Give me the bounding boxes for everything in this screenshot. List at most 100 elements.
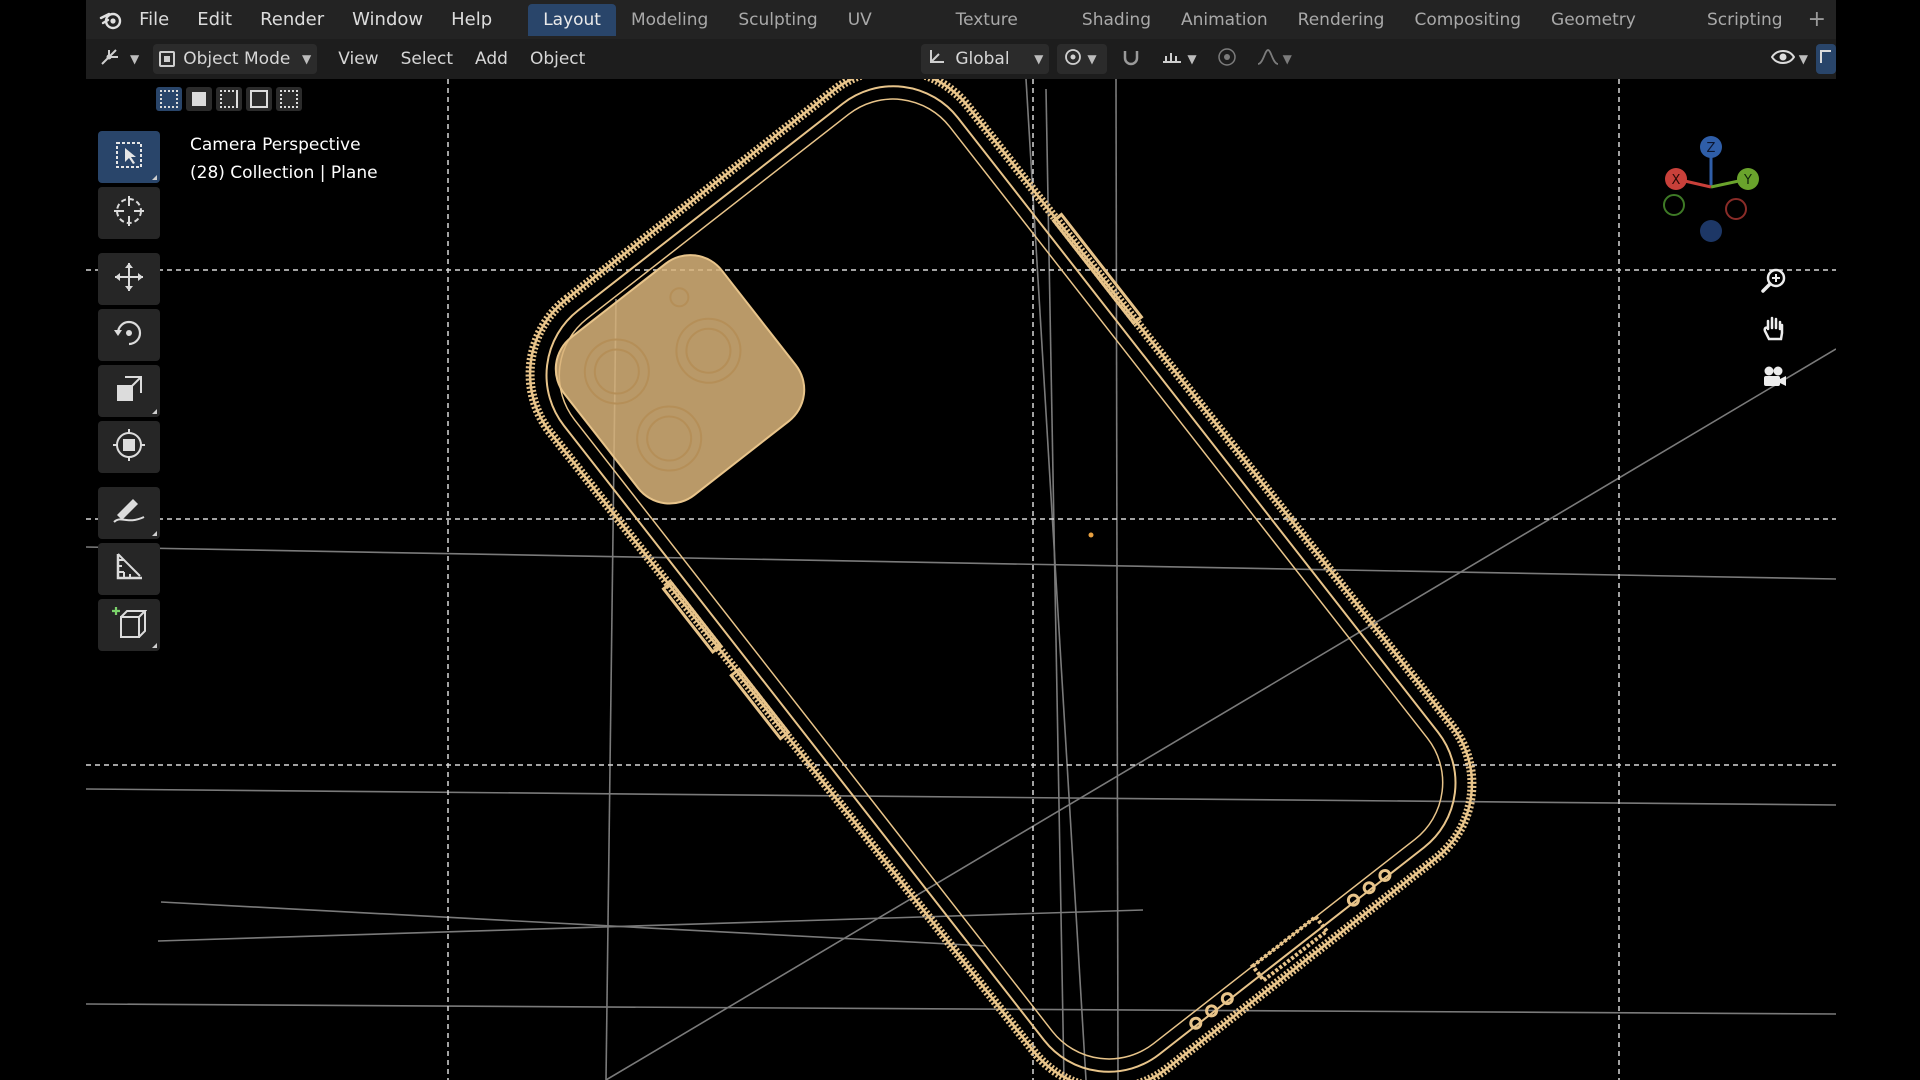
select-extend-button[interactable] (186, 87, 212, 111)
tab-geometry-nodes[interactable]: Geometry Nodes (1536, 4, 1692, 62)
corner-indicator (152, 531, 157, 536)
chevron-down-icon: ▼ (1187, 52, 1197, 66)
menu-help[interactable]: Help (437, 0, 506, 39)
menu-file[interactable]: File (125, 0, 183, 39)
navigation-gizmo[interactable]: Z Y X (1646, 127, 1776, 247)
chevron-down-icon: ▼ (1798, 52, 1808, 66)
menu-render[interactable]: Render (246, 0, 338, 39)
mode-dropdown[interactable]: Object Mode ▼ (153, 44, 318, 74)
camera-view-button[interactable] (1756, 361, 1792, 397)
tool-shelf (98, 131, 162, 655)
select-intersect-button[interactable] (276, 87, 302, 111)
proportional-edit-toggle[interactable] (1211, 44, 1243, 74)
select-box-icon (114, 140, 144, 174)
tool-cursor[interactable] (98, 187, 160, 239)
editor-type-button[interactable]: ▼ (94, 44, 145, 74)
pivot-point-dropdown[interactable]: ▼ (1057, 44, 1108, 74)
tool-add-cube[interactable] (98, 599, 160, 651)
phone-wireframe-mesh (525, 79, 1477, 1080)
tool-annotate[interactable] (98, 487, 160, 539)
gizmo-icon (1819, 47, 1833, 72)
visibility-dropdown[interactable]: ▼ (1765, 44, 1814, 74)
top-menu-bar: File Edit Render Window Help Layout Mode… (86, 0, 1836, 62)
camera-icon (1760, 363, 1788, 395)
proportional-edit-icon (1217, 47, 1237, 72)
axis-neg-y-handle[interactable] (1663, 194, 1685, 216)
select-intersect-icon (280, 90, 298, 108)
axis-neg-z-handle[interactable] (1700, 220, 1722, 242)
chevron-down-icon: ▼ (1087, 52, 1097, 66)
collection-info-label: (28) Collection | Plane (190, 163, 378, 183)
3d-viewport[interactable]: Camera Perspective (28) Collection | Pla… (86, 79, 1836, 1080)
pivot-icon (1063, 47, 1083, 72)
tab-uv-editing[interactable]: UV Editing (833, 4, 941, 62)
select-new-button[interactable] (156, 87, 182, 111)
menu-edit[interactable]: Edit (183, 0, 246, 39)
tool-rotate[interactable] (98, 309, 160, 361)
menu-view[interactable]: View (327, 49, 389, 69)
falloff-curve-icon (1257, 48, 1279, 71)
corner-indicator (152, 175, 157, 180)
chevron-down-icon: ▼ (302, 52, 312, 66)
menu-window[interactable]: Window (338, 0, 437, 39)
scale-icon (113, 373, 145, 409)
tab-layout[interactable]: Layout (528, 3, 616, 36)
reference-lines (86, 79, 1836, 1080)
axis-neg-x-handle[interactable] (1725, 198, 1747, 220)
viewport-info-overlay: Camera Perspective (28) Collection | Pla… (190, 131, 378, 187)
select-invert-button[interactable] (246, 87, 272, 111)
tool-measure[interactable] (98, 543, 160, 595)
corner-indicator (152, 409, 157, 414)
pan-button[interactable] (1756, 313, 1792, 349)
tab-modeling[interactable]: Modeling (616, 4, 723, 36)
editor-type-icon (100, 48, 122, 71)
select-subtract-icon (220, 90, 238, 108)
add-workspace-button[interactable]: + (1798, 7, 1836, 32)
tool-scale[interactable] (98, 365, 160, 417)
menu-add[interactable]: Add (464, 49, 519, 69)
chevron-down-icon: ▼ (1282, 52, 1292, 66)
tab-compositing[interactable]: Compositing (1399, 4, 1536, 36)
menu-select[interactable]: Select (390, 49, 464, 69)
tab-sculpting[interactable]: Sculpting (723, 4, 832, 36)
transform-orientation-dropdown[interactable]: Global ▼ (921, 44, 1050, 74)
blender-window: File Edit Render Window Help Layout Mode… (86, 0, 1836, 1080)
transform-icon (112, 428, 146, 466)
camera-frame (86, 79, 1836, 1080)
select-subtract-button[interactable] (216, 87, 242, 111)
tab-shading[interactable]: Shading (1067, 4, 1166, 36)
viewport-header: ▼ Object Mode ▼ View Select Add Object G… (86, 39, 1836, 79)
orientation-icon (927, 48, 947, 71)
snap-target-dropdown[interactable]: ▼ (1155, 44, 1202, 74)
snap-toggle[interactable] (1115, 44, 1147, 74)
tab-rendering[interactable]: Rendering (1283, 4, 1400, 36)
chevron-down-icon: ▼ (1034, 52, 1044, 66)
navigation-controls (1756, 265, 1796, 409)
move-icon (112, 260, 146, 298)
object-origin (1088, 532, 1094, 538)
measure-ruler-icon (112, 550, 146, 588)
tab-texture-paint[interactable]: Texture Paint (941, 4, 1067, 62)
view-name-label: Camera Perspective (190, 135, 361, 155)
viewport-scene (86, 79, 1836, 1080)
zoom-button[interactable] (1756, 265, 1792, 301)
hand-pan-icon (1760, 315, 1788, 347)
annotate-pencil-icon (111, 495, 147, 531)
rotate-icon (112, 316, 146, 354)
cursor-icon (112, 194, 146, 232)
tool-move[interactable] (98, 253, 160, 305)
select-new-icon (160, 90, 178, 108)
falloff-dropdown[interactable]: ▼ (1251, 44, 1298, 74)
axis-y-label: Y (1743, 173, 1752, 188)
gizmo-toggle[interactable] (1816, 44, 1836, 74)
tool-transform[interactable] (98, 421, 160, 473)
zoom-magnifier-icon (1760, 267, 1788, 299)
tab-animation[interactable]: Animation (1166, 4, 1283, 36)
menu-object[interactable]: Object (519, 49, 596, 69)
chevron-down-icon: ▼ (130, 52, 140, 66)
tool-select-box[interactable] (98, 131, 160, 183)
blender-logo-icon[interactable] (96, 5, 125, 35)
snap-increment-icon (1161, 48, 1183, 71)
object-mode-icon (159, 51, 176, 67)
tab-scripting[interactable]: Scripting (1692, 4, 1798, 36)
